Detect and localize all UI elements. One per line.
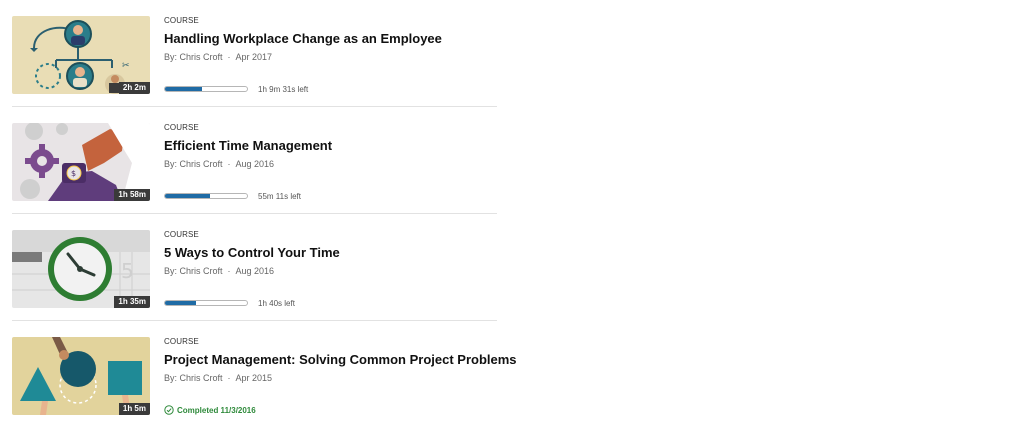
separator-dot: · (227, 373, 231, 383)
duration-badge: 1h 58m (114, 189, 150, 201)
check-circle-icon (164, 405, 174, 415)
completed-text: Completed 11/3/2016 (177, 405, 256, 415)
course-title[interactable]: 5 Ways to Control Your Time (164, 245, 494, 261)
separator-dot: · (227, 266, 231, 276)
progress-fill (165, 301, 197, 305)
svg-text:5: 5 (121, 259, 134, 283)
course-info: COURSE 5 Ways to Control Your Time By: C… (164, 230, 494, 308)
progress-row: 55m 11s left (164, 191, 301, 201)
course-list: ✂ 2h 2m COURSE Handling Workplace Change… (12, 0, 517, 427)
course-author: By: Chris Croft (164, 266, 223, 276)
svg-text:✂: ✂ (122, 61, 130, 71)
course-author: By: Chris Croft (164, 52, 223, 62)
course-type-label: COURSE (164, 16, 199, 25)
progress-bar (164, 300, 248, 306)
course-card[interactable]: 5 1h 35m COURSE 5 Ways to Control Your T… (12, 214, 497, 321)
duration-badge: 1h 5m (118, 403, 150, 415)
duration-badge: 2h 2m (118, 82, 150, 94)
course-info: COURSE Handling Workplace Change as an E… (164, 16, 494, 94)
course-info: COURSE Project Management: Solving Commo… (164, 337, 517, 415)
course-meta: By: Chris Croft · Aug 2016 (164, 159, 494, 170)
course-author: By: Chris Croft (164, 159, 223, 169)
course-meta: By: Chris Croft · Apr 2017 (164, 52, 494, 63)
course-thumbnail[interactable]: ✂ 2h 2m (12, 16, 150, 94)
course-type-label: COURSE (164, 230, 199, 239)
course-card[interactable]: ✂ 2h 2m COURSE Handling Workplace Change… (12, 0, 497, 107)
course-date: Aug 2016 (235, 266, 275, 276)
course-thumbnail[interactable]: 5 1h 35m (12, 230, 150, 308)
course-date: Aug 2016 (235, 159, 275, 169)
progress-fill (165, 87, 202, 91)
progress-bar (164, 193, 248, 199)
duration-badge: 1h 35m (114, 296, 150, 308)
separator-dot: · (227, 52, 231, 62)
course-card[interactable]: 1h 5m COURSE Project Management: Solving… (12, 321, 517, 427)
time-left: 1h 9m 31s left (258, 84, 309, 94)
course-meta: By: Chris Croft · Apr 2015 (164, 373, 494, 384)
separator-dot: · (227, 159, 231, 169)
completed-status: Completed 11/3/2016 (164, 405, 256, 415)
course-thumbnail[interactable]: 1h 5m (12, 337, 150, 415)
progress-row: 1h 9m 31s left (164, 84, 308, 94)
course-type-label: COURSE (164, 337, 199, 346)
course-meta: By: Chris Croft · Aug 2016 (164, 266, 494, 277)
course-type-label: COURSE (164, 123, 199, 132)
progress-row: 1h 40s left (164, 298, 295, 308)
course-info: COURSE Efficient Time Management By: Chr… (164, 123, 494, 201)
course-title[interactable]: Handling Workplace Change as an Employee (164, 31, 494, 47)
progress-fill (165, 194, 211, 198)
course-date: Apr 2015 (235, 373, 273, 383)
course-thumbnail[interactable]: $ 1h 58m (12, 123, 150, 201)
course-date: Apr 2017 (235, 52, 273, 62)
time-left: 1h 40s left (258, 298, 295, 308)
time-left: 55m 11s left (258, 191, 301, 201)
course-title[interactable]: Efficient Time Management (164, 138, 494, 154)
course-author: By: Chris Croft (164, 373, 223, 383)
course-title[interactable]: Project Management: Solving Common Proje… (164, 352, 517, 368)
svg-text:$: $ (71, 169, 76, 178)
progress-bar (164, 86, 248, 92)
course-card[interactable]: $ 1h 58m COURSE Efficient Time Managemen… (12, 107, 497, 214)
